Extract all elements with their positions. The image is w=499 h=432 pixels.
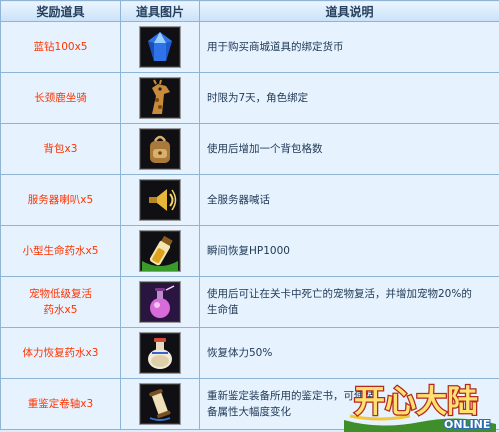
table-row: 长颈鹿坐骑 时限为7天，角色绑定 xyxy=(0,72,499,124)
item-name: 小型生命药水x5 xyxy=(0,225,121,277)
header-item-description: 道具说明 xyxy=(199,0,499,22)
item-name: 宠物低级复活药水x5 xyxy=(0,276,121,328)
table-row: 小型生命药水x5 瞬间恢复HP1000 xyxy=(0,225,499,277)
reward-table: 奖励道具 道具图片 道具说明 蓝钻100x5 用于购买商城道具的绑定货币 长颈鹿… xyxy=(0,0,499,430)
backpack-icon xyxy=(139,128,181,170)
table-row: 体力恢复药水x3 恢复体力50% xyxy=(0,327,499,379)
item-name: 体力恢复药水x3 xyxy=(0,327,121,379)
item-name: 重鉴定卷轴x3 xyxy=(0,378,121,430)
item-description: 使用后可让在关卡中死亡的宠物复活，并增加宠物20%的生命值 xyxy=(199,276,499,328)
logo-title: 开心大陆 xyxy=(354,384,478,420)
table-row: 宠物低级复活药水x5 使用后可让在关卡中死亡的宠物复活，并增加宠物20%的生命值 xyxy=(0,276,499,328)
horn-icon xyxy=(139,179,181,221)
item-name: 长颈鹿坐骑 xyxy=(0,72,121,124)
item-name: 背包x3 xyxy=(0,123,121,175)
header-reward-item: 奖励道具 xyxy=(0,0,121,22)
stamina-potion-icon xyxy=(139,332,181,374)
health-potion-icon xyxy=(139,230,181,272)
pet-revive-potion-icon xyxy=(139,281,181,323)
header-row: 奖励道具 道具图片 道具说明 xyxy=(0,0,499,22)
table-row: 背包x3 使用后增加一个背包格数 xyxy=(0,123,499,175)
item-name: 服务器喇叭x5 xyxy=(0,174,121,226)
game-logo: 开心大陆 ONLINE xyxy=(340,376,499,432)
item-description: 使用后增加一个背包格数 xyxy=(199,123,499,175)
logo-subtitle: ONLINE xyxy=(444,418,490,431)
header-item-image: 道具图片 xyxy=(120,0,200,22)
item-description: 用于购买商城道具的绑定货币 xyxy=(199,21,499,73)
giraffe-mount-icon xyxy=(139,77,181,119)
scroll-icon xyxy=(139,383,181,425)
table-row: 蓝钻100x5 用于购买商城道具的绑定货币 xyxy=(0,21,499,73)
table-row: 服务器喇叭x5 全服务器喊话 xyxy=(0,174,499,226)
item-description: 恢复体力50% xyxy=(199,327,499,379)
blue-diamond-icon xyxy=(139,26,181,68)
item-name: 蓝钻100x5 xyxy=(0,21,121,73)
item-description: 瞬间恢复HP1000 xyxy=(199,225,499,277)
item-description: 全服务器喊话 xyxy=(199,174,499,226)
item-name-text: 宠物低级复活药水x5 xyxy=(29,288,92,316)
item-description: 时限为7天，角色绑定 xyxy=(199,72,499,124)
